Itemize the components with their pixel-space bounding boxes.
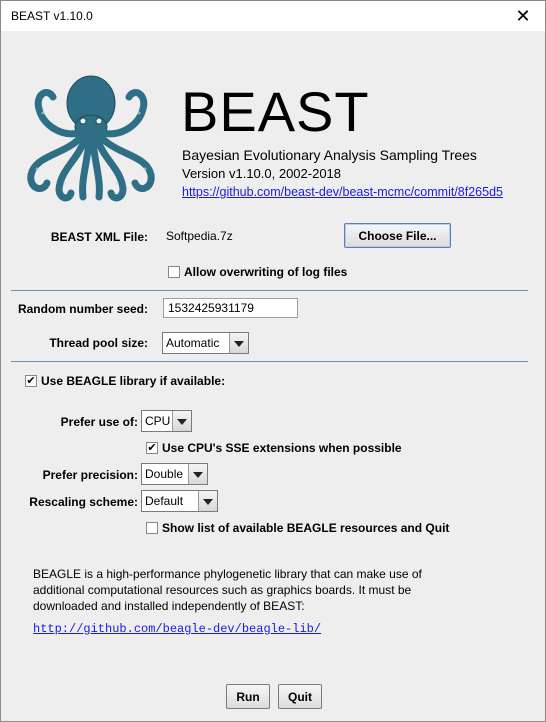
xml-file-label: BEAST XML File: (50, 230, 148, 244)
sse-label: Use CPU's SSE extensions when possible (162, 441, 402, 455)
chevron-down-icon (188, 464, 207, 484)
seed-input[interactable]: 1532425931179 (163, 298, 298, 318)
app-title: BEAST (181, 80, 370, 143)
overwrite-checkbox[interactable] (168, 266, 180, 278)
prefer-use-label: Prefer use of: (60, 415, 138, 429)
precision-value: Double (145, 467, 184, 481)
thread-pool-label: Thread pool size: (49, 336, 148, 350)
version-text: Version v1.10.0, 2002-2018 (182, 166, 342, 181)
use-beagle-checkbox[interactable]: ✔ (25, 375, 37, 387)
chevron-down-icon (229, 333, 248, 353)
show-resources-checkbox[interactable] (146, 522, 158, 534)
choose-file-button[interactable]: Choose File... (344, 223, 451, 248)
thread-pool-select[interactable]: Automatic (162, 332, 249, 354)
commit-link[interactable]: https://github.com/beast-dev/beast-mcmc/… (182, 185, 503, 199)
thread-pool-value: Automatic (166, 336, 220, 350)
rescaling-value: Default (145, 494, 184, 508)
seed-label: Random number seed: (17, 302, 148, 316)
show-resources-label: Show list of available BEAGLE resources … (162, 521, 450, 535)
prefer-use-select[interactable]: CPU (141, 410, 192, 432)
sse-checkbox[interactable]: ✔ (146, 442, 158, 454)
prefer-use-value: CPU (145, 414, 171, 428)
rescaling-select[interactable]: Default (141, 490, 218, 512)
chevron-down-icon (198, 491, 217, 511)
beagle-link[interactable]: http://github.com/beagle-dev/beagle-lib/ (33, 622, 321, 636)
chevron-down-icon (172, 411, 191, 431)
title-bar: BEAST v1.10.0 ✕ (1, 1, 545, 31)
separator-2 (11, 361, 528, 362)
rescaling-label: Rescaling scheme: (29, 495, 138, 509)
beagle-description: BEAGLE is a high-performance phylogeneti… (33, 567, 422, 613)
precision-label: Prefer precision: (42, 468, 138, 482)
separator-1 (11, 290, 528, 291)
overwrite-label: Allow overwriting of log files (184, 265, 348, 279)
app-subtitle: Bayesian Evolutionary Analysis Sampling … (182, 147, 477, 163)
window-title: BEAST v1.10.0 (11, 9, 93, 23)
use-beagle-label: Use BEAGLE library if available: (41, 374, 226, 388)
close-icon[interactable]: ✕ (501, 1, 545, 31)
run-button[interactable]: Run (226, 684, 270, 709)
quit-button[interactable]: Quit (278, 684, 322, 709)
beast-window: BEAST v1.10.0 ✕ BEAST Bayesian Evolution… (0, 0, 546, 722)
precision-select[interactable]: Double (141, 463, 208, 485)
beast-logo-octopus (27, 75, 155, 202)
xml-file-field[interactable]: Softpedia.7z (161, 224, 344, 248)
